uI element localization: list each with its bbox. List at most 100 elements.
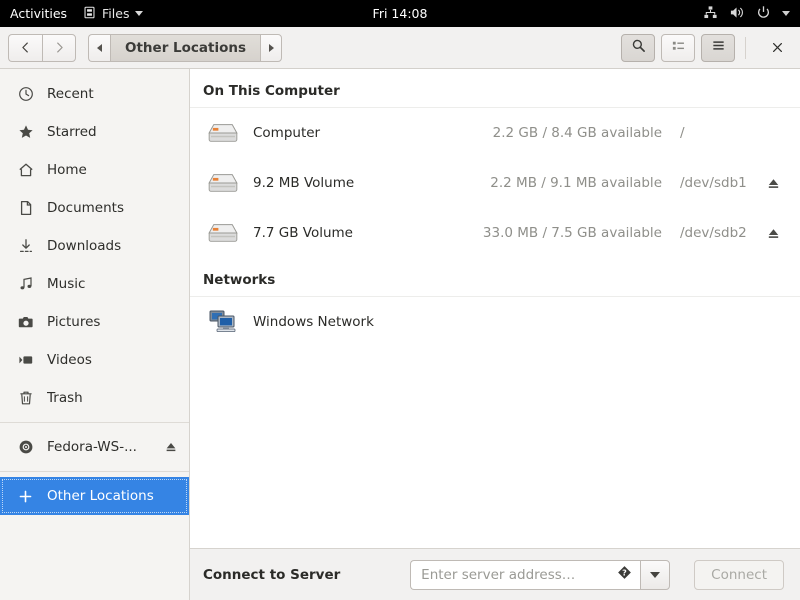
eject-icon[interactable] (762, 226, 784, 241)
forward-button[interactable] (42, 33, 76, 62)
view-list-button[interactable] (661, 33, 695, 62)
connect-to-server-bar: Connect to Server Enter server address… … (190, 548, 800, 600)
power-icon (756, 5, 771, 23)
triangle-right-icon (268, 43, 274, 52)
activities-button[interactable]: Activities (10, 6, 67, 21)
app-menu-button[interactable]: Files (83, 6, 144, 22)
search-button[interactable] (621, 33, 655, 62)
table-row[interactable]: 9.2 MB Volume 2.2 MB / 9.1 MB available … (190, 158, 800, 208)
sidebar-item-label: Other Locations (47, 488, 154, 504)
sidebar-item-fedora-ws[interactable]: Fedora-WS-... (0, 428, 189, 466)
menu-button[interactable] (701, 33, 735, 62)
video-icon (17, 352, 34, 368)
breadcrumb: Other Locations (88, 33, 283, 62)
music-icon (17, 276, 34, 292)
navigation-buttons (8, 33, 76, 62)
server-address-group: Enter server address… ? (410, 559, 671, 590)
row-device: / (680, 125, 685, 141)
server-address-placeholder: Enter server address… (421, 566, 576, 583)
chevron-down-icon (650, 571, 661, 578)
sidebar-item-downloads[interactable]: Downloads (0, 227, 189, 265)
hard-drive-icon (203, 221, 243, 245)
row-name: 7.7 GB Volume (253, 225, 353, 241)
sidebar-item-other-locations[interactable]: Other Locations (0, 477, 189, 515)
server-address-dropdown-button[interactable] (640, 559, 671, 590)
back-button[interactable] (8, 33, 42, 62)
help-icon[interactable]: ? (617, 565, 632, 584)
sidebar-item-label: Documents (47, 200, 124, 216)
row-name: Windows Network (253, 314, 374, 330)
volume-icon (729, 5, 745, 23)
hard-drive-icon (203, 121, 243, 145)
close-button[interactable] (762, 33, 792, 63)
download-icon (17, 238, 34, 254)
row-name: 9.2 MB Volume (253, 175, 355, 191)
sidebar-item-documents[interactable]: Documents (0, 189, 189, 227)
sidebar-item-pictures[interactable]: Pictures (0, 303, 189, 341)
eject-icon[interactable] (163, 440, 179, 454)
breadcrumb-label: Other Locations (125, 39, 247, 56)
locations-list: On This Computer Computer 2.2 GB / 8.4 G… (190, 69, 800, 548)
breadcrumb-item-other-locations[interactable]: Other Locations (110, 33, 261, 62)
activities-label: Activities (10, 6, 68, 21)
server-address-input[interactable]: Enter server address… ? (410, 559, 641, 590)
app-menu-label: Files (102, 6, 130, 21)
sidebar-item-label: Home (47, 162, 87, 178)
section-title: Networks (203, 272, 276, 288)
eject-icon[interactable] (762, 176, 784, 191)
sidebar-item-label: Music (47, 276, 86, 292)
sidebar-item-label: Pictures (47, 314, 101, 330)
content-area: On This Computer Computer 2.2 GB / 8.4 G… (190, 69, 800, 600)
list-view-icon (671, 38, 686, 57)
svg-text:?: ? (622, 569, 627, 578)
clock-label: Fri 14:08 (372, 6, 428, 21)
system-tray[interactable] (703, 0, 790, 27)
sidebar-item-label: Trash (47, 390, 83, 406)
sidebar-item-label: Recent (47, 86, 94, 102)
row-device: /dev/sdb1 (680, 175, 747, 191)
sidebar-divider (0, 471, 189, 472)
row-capacity: 33.0 MB / 7.5 GB available (482, 225, 662, 241)
network-icon (703, 5, 718, 23)
sidebar-item-music[interactable]: Music (0, 265, 189, 303)
triangle-left-icon (97, 43, 102, 52)
sidebar-divider (0, 422, 189, 423)
sidebar-item-label: Downloads (47, 238, 122, 254)
hamburger-menu-icon (711, 38, 726, 57)
sidebar: Recent Starred Home Documents Downloads … (0, 69, 190, 600)
document-icon (17, 200, 34, 216)
home-icon (17, 162, 34, 178)
chevron-down-icon (782, 11, 790, 16)
header-bar: Other Locations (0, 27, 800, 69)
section-title: On This Computer (203, 83, 340, 99)
sidebar-item-label: Starred (47, 124, 97, 140)
row-capacity: 2.2 MB / 9.1 MB available (490, 175, 662, 191)
connect-button[interactable]: Connect (694, 559, 784, 590)
disc-icon (17, 439, 34, 455)
sidebar-item-starred[interactable]: Starred (0, 113, 189, 151)
table-row[interactable]: Computer 2.2 GB / 8.4 GB available / (190, 108, 800, 158)
row-name: Computer (253, 125, 321, 141)
sidebar-item-label: Fedora-WS-... (47, 439, 137, 455)
breadcrumb-scroll-right[interactable] (260, 33, 283, 62)
chevron-down-icon (135, 11, 144, 16)
search-icon (631, 38, 646, 57)
files-window: Other Locations Recent Starred Home Docu… (0, 27, 800, 600)
star-icon (17, 124, 34, 140)
sidebar-item-recent[interactable]: Recent (0, 75, 189, 113)
camera-icon (17, 314, 34, 330)
sidebar-item-videos[interactable]: Videos (0, 341, 189, 379)
clock-icon (17, 86, 34, 102)
sidebar-item-trash[interactable]: Trash (0, 379, 189, 417)
gnome-top-bar: Activities Files Fri 14:08 (0, 0, 800, 27)
table-row[interactable]: Windows Network (190, 297, 800, 347)
breadcrumb-scroll-left[interactable] (88, 33, 110, 62)
window-body: Recent Starred Home Documents Downloads … (0, 69, 800, 600)
trash-icon (17, 390, 34, 406)
section-header-on-this-computer: On This Computer (190, 69, 800, 108)
section-header-networks: Networks (190, 258, 800, 297)
sidebar-item-home[interactable]: Home (0, 151, 189, 189)
connect-to-server-label: Connect to Server (203, 566, 341, 583)
header-actions (621, 33, 792, 63)
table-row[interactable]: 7.7 GB Volume 33.0 MB / 7.5 GB available… (190, 208, 800, 258)
